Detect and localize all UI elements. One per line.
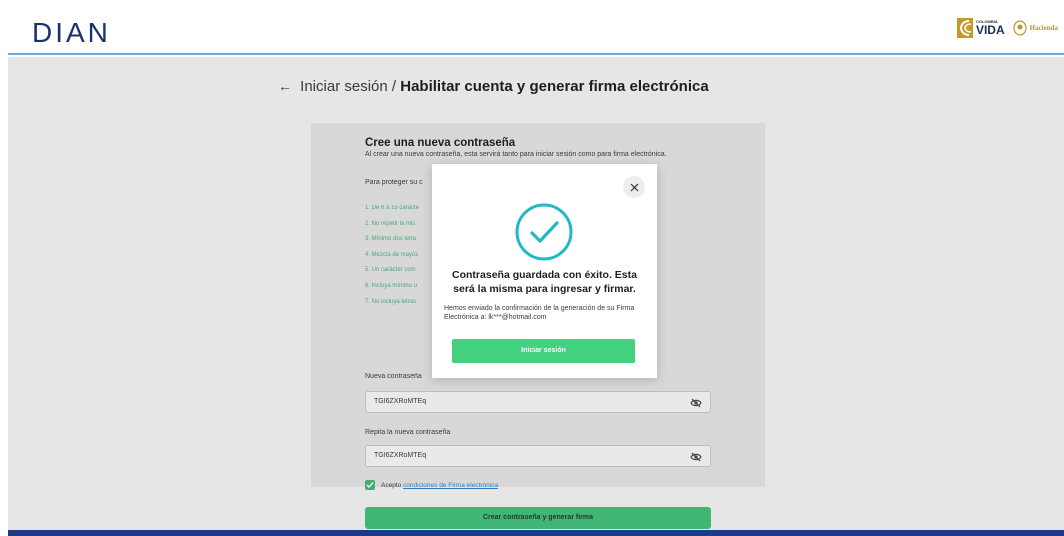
form-title: Cree una nueva contraseña (365, 137, 516, 149)
accept-terms-row: Acepto condiciones de Firma electrónica (365, 480, 498, 490)
requirement-item: 3. Mínimo dos letra (365, 236, 417, 243)
footer-bar (8, 530, 1064, 536)
eye-off-icon[interactable] (690, 451, 702, 463)
login-button[interactable]: Iniciar sesión (452, 339, 635, 363)
eye-off-icon[interactable] (690, 397, 702, 409)
requirements-list: 1. De 6 a 15 caracte 2. No repetir la mi… (365, 205, 431, 314)
hacienda-logo: Hacienda (1013, 20, 1058, 36)
create-password-button[interactable]: Crear contraseña y generar firma (365, 507, 711, 529)
requirement-item: 6. Incluya mínimo u (365, 282, 418, 289)
accept-terms-text: Acepto condiciones de Firma electrónica (381, 482, 498, 489)
modal-title: Contraseña guardada con éxito. Esta será… (452, 269, 637, 295)
hacienda-label: Hacienda (1029, 24, 1058, 32)
dian-logo[interactable]: DIAN (32, 16, 162, 48)
requirement-item: 1. De 6 a 15 caracte (365, 205, 420, 211)
accept-label: Acepto (381, 481, 402, 489)
check-circle-icon (515, 203, 573, 261)
page: DIAN COLOMBIA VIDA Hacienda ← Iniciar se… (0, 0, 1064, 536)
requirement-item: 2. No repetir la mis (365, 220, 416, 227)
close-button[interactable] (623, 176, 645, 198)
breadcrumb-login-link[interactable]: Iniciar sesión (300, 78, 388, 95)
repeat-password-value: TGI6ZXRoMTEq (374, 452, 427, 459)
repeat-password-field[interactable]: TGI6ZXRoMTEq (365, 445, 711, 467)
requirement-item: 5. Un carácter com (365, 267, 416, 274)
modal-message: Hemos enviado la confirmación de la gene… (444, 305, 635, 321)
checkmark-icon (366, 482, 374, 488)
repeat-password-label: Repita la nueva contraseña (365, 429, 451, 436)
protect-text: Para proteger su c (365, 179, 423, 186)
government-logos: COLOMBIA VIDA Hacienda (956, 18, 1058, 38)
colombia-mark-icon (956, 18, 973, 38)
page-heading: ← Iniciar sesión / Habilitar cuenta y ge… (278, 78, 709, 95)
requirement-item: 4. Mezcla de mayús (365, 251, 419, 258)
colombia-potencia-vida-logo: COLOMBIA VIDA (956, 18, 1005, 38)
form-subtitle: Al crear una nueva contraseña, esta serv… (365, 151, 667, 158)
hacienda-seal-icon (1013, 20, 1027, 36)
success-modal: Contraseña guardada con éxito. Esta será… (432, 164, 657, 378)
accept-terms-checkbox[interactable] (365, 480, 375, 490)
breadcrumb-current: Habilitar cuenta y generar firma electró… (400, 78, 709, 95)
new-password-value: TGI6ZXRoMTEq (374, 398, 427, 405)
arrow-left-icon[interactable]: ← (278, 78, 292, 94)
logo-text: DIAN (32, 17, 111, 48)
requirement-item: 7. No incluya letras (365, 298, 417, 305)
new-password-field[interactable]: TGI6ZXRoMTEq (365, 391, 711, 413)
header: DIAN COLOMBIA VIDA Hacienda (8, 8, 1064, 55)
vida-label: VIDA (975, 23, 1005, 37)
breadcrumb-separator: / (391, 78, 397, 95)
close-icon (630, 183, 638, 191)
new-password-label: Nueva contraseña (365, 373, 422, 380)
terms-link[interactable]: condiciones de Firma electrónica (403, 482, 498, 489)
